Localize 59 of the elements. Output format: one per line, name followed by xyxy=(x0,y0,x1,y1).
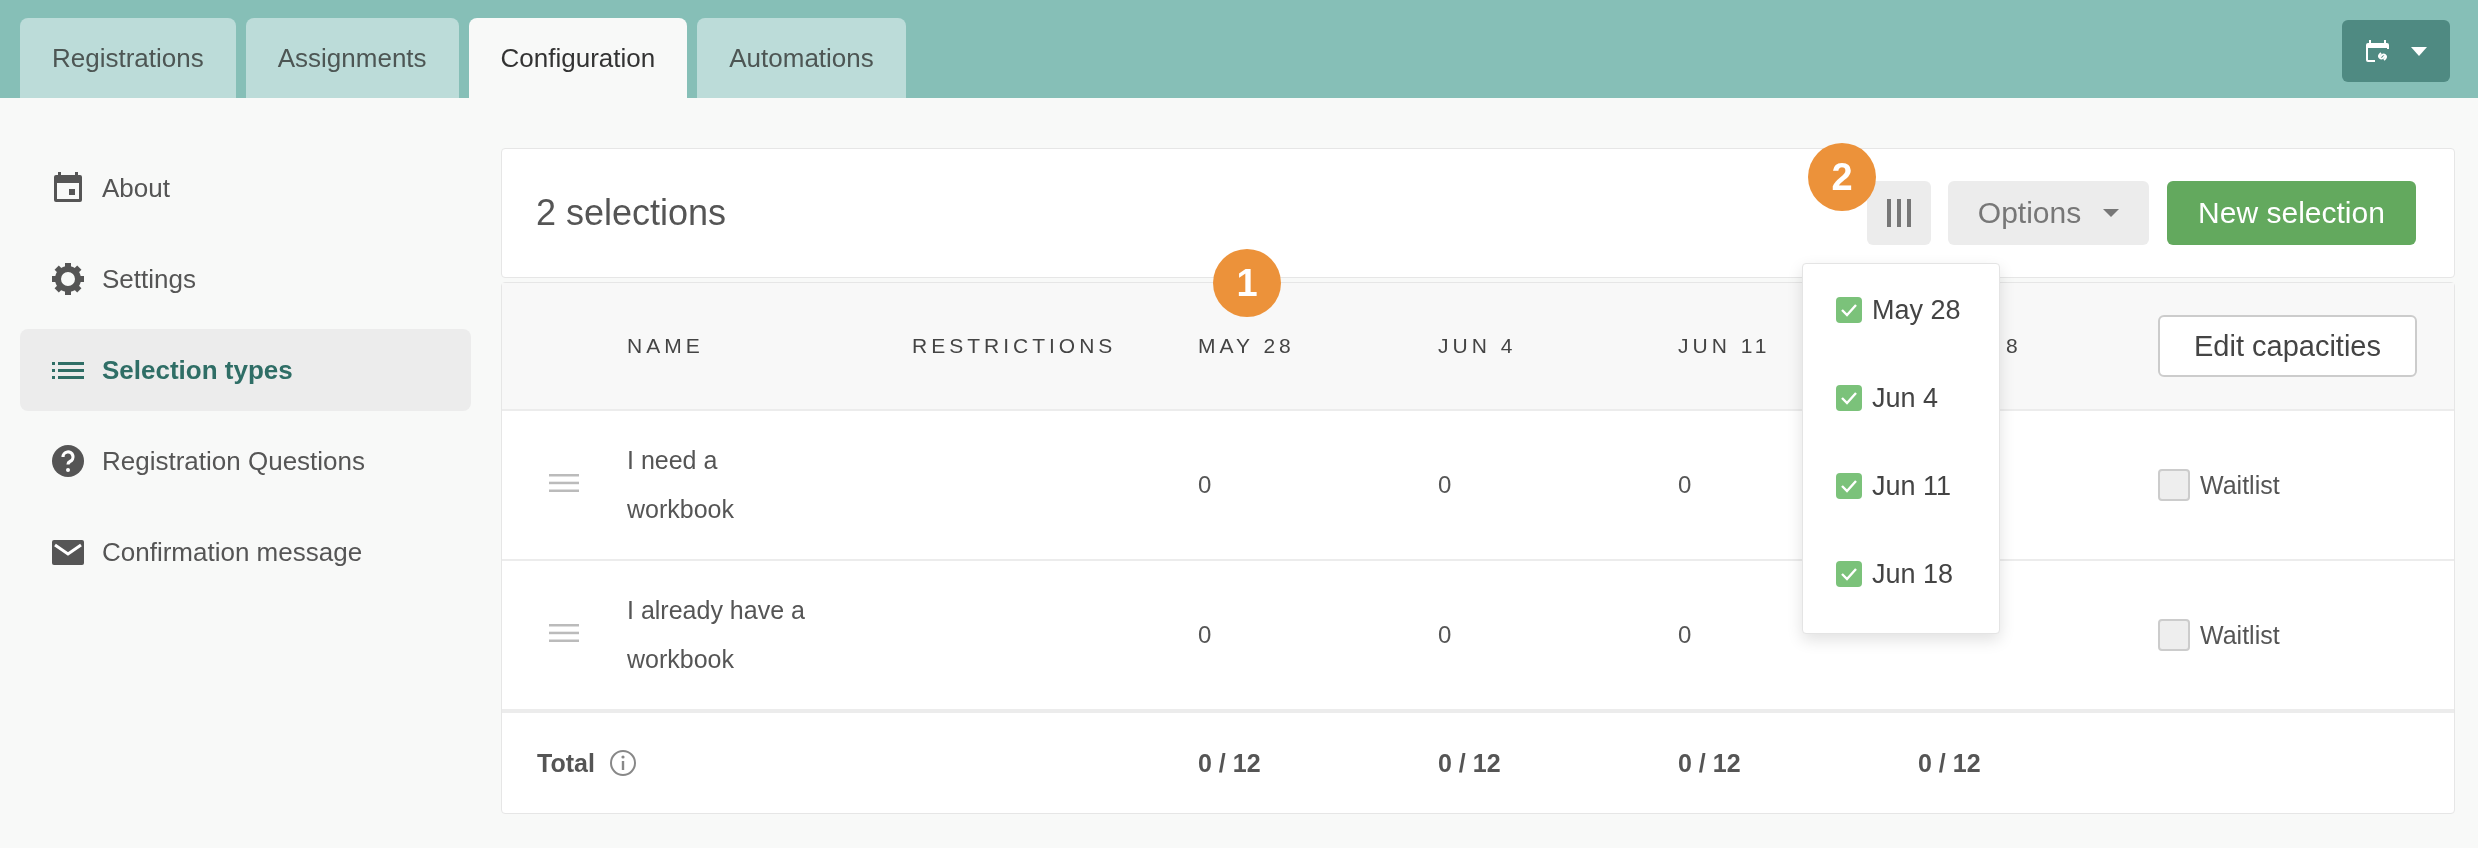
checkmark-icon xyxy=(1840,567,1858,581)
menu-item-label[interactable]: Jun 4 xyxy=(1872,382,1939,414)
gear-icon xyxy=(52,263,84,295)
tab[interactable]: Assignments xyxy=(245,18,459,98)
drag-handle-icon[interactable] xyxy=(549,473,579,493)
tab[interactable]: Configuration xyxy=(468,18,688,98)
column-header: NAME xyxy=(627,334,704,358)
column-header: MAY 28 xyxy=(1198,334,1295,358)
caret-icon xyxy=(2103,209,2120,217)
column-header: JUN 11 xyxy=(1678,334,1771,358)
drag-handle-icon[interactable] xyxy=(549,623,579,643)
total-value: 0 / 12 xyxy=(1198,748,1262,778)
tab[interactable]: Registrations xyxy=(20,18,236,98)
sidebar-item[interactable]: Selection types xyxy=(20,329,471,411)
table-cell: 0 xyxy=(1678,621,1692,649)
sidebar-item[interactable]: Settings xyxy=(20,238,471,320)
checkbox[interactable] xyxy=(1836,561,1862,587)
checkmark-icon xyxy=(1840,479,1858,493)
table-cell: 0 xyxy=(1438,471,1452,499)
sidebar-item[interactable]: About xyxy=(20,147,471,229)
caret-icon xyxy=(2411,46,2427,56)
checkbox-label: Waitlist xyxy=(2200,620,2280,650)
table-cell: 0 xyxy=(1198,471,1212,499)
checkbox[interactable] xyxy=(1836,473,1862,499)
table-cell: 0 xyxy=(1198,621,1212,649)
calendar-icon xyxy=(52,172,84,204)
sidebar-item[interactable]: Registration Questions xyxy=(20,420,471,502)
checkmark-icon xyxy=(1840,391,1858,405)
checkmark-icon xyxy=(1840,303,1858,317)
section-title: 2 selections xyxy=(536,192,727,234)
help-icon xyxy=(52,445,84,477)
total-value: 0 / 12 xyxy=(1438,748,1502,778)
selection-name: I need a workbook xyxy=(627,445,735,525)
total-label: Total xyxy=(537,748,595,778)
columns-button[interactable] xyxy=(1867,181,1931,245)
column-header: JUN 4 xyxy=(1438,334,1517,358)
column-header: 8 xyxy=(2006,334,2022,358)
options-button[interactable]: Options xyxy=(1948,181,2149,245)
selection-name: I already have a workbook xyxy=(627,595,806,675)
calendar-link-icon xyxy=(2365,38,2391,64)
checkbox[interactable] xyxy=(1836,297,1862,323)
checkbox[interactable] xyxy=(2158,619,2190,651)
menu-item-label[interactable]: Jun 18 xyxy=(1872,558,1954,590)
sidebar-item[interactable]: Confirmation message xyxy=(20,511,471,593)
total-value: 0 / 12 xyxy=(1678,748,1742,778)
column-header: RESTRICTIONS xyxy=(912,334,1117,358)
table-cell: 0 xyxy=(1678,471,1692,499)
edit-capacities-button[interactable]: Edit capacities xyxy=(2158,315,2417,377)
columns-icon xyxy=(1887,199,1911,227)
info-icon[interactable] xyxy=(608,749,637,777)
menu-item-label[interactable]: May 28 xyxy=(1872,294,1961,326)
checkbox-label: Waitlist xyxy=(2200,470,2280,500)
checkbox[interactable] xyxy=(2158,469,2190,501)
total-value: 0 / 12 xyxy=(1918,748,1982,778)
checkbox[interactable] xyxy=(1836,385,1862,411)
table-cell: 0 xyxy=(1438,621,1452,649)
menu-item-label[interactable]: Jun 11 xyxy=(1872,470,1952,502)
calendar-menu-button[interactable] xyxy=(2342,20,2450,82)
tab[interactable]: Automations xyxy=(697,18,906,98)
